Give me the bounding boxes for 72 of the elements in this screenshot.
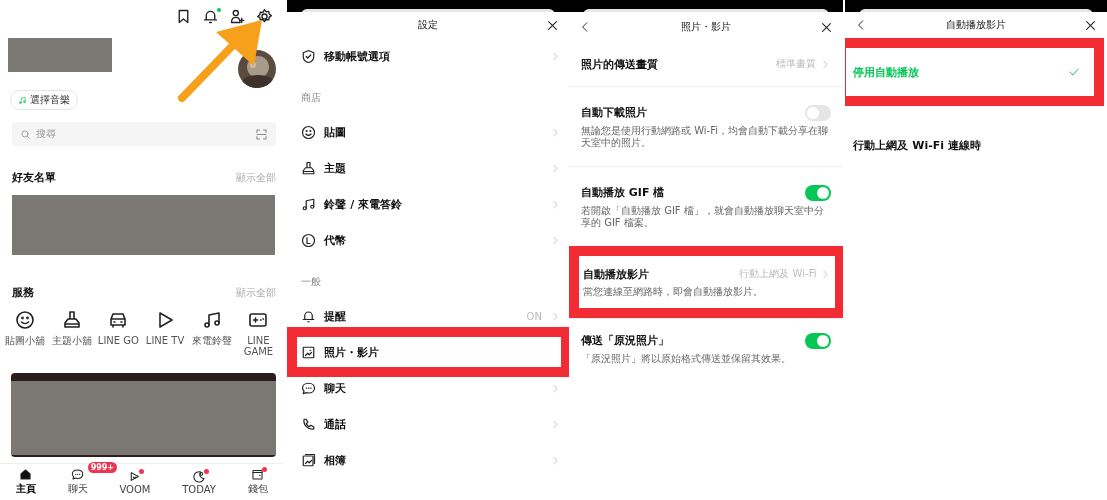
item-label: 自動播放 GIF 檔 — [580, 185, 666, 200]
chat-bubble-icon — [301, 380, 317, 396]
service-label[interactable]: LINE GAME — [235, 335, 282, 357]
screen-title: 設定 — [416, 18, 439, 32]
settings-item[interactable]: 相簿 — [287, 442, 569, 478]
scan-icon[interactable] — [255, 127, 269, 141]
screen-title: 照片・影片 — [679, 20, 732, 34]
service-label[interactable]: LINE TV — [142, 335, 189, 346]
toggle-switch[interactable] — [805, 184, 832, 201]
section-title: 服務 — [12, 285, 34, 300]
music-note-icon — [18, 95, 27, 105]
service-label[interactable]: 來電鈴聲 — [188, 335, 235, 346]
tab-item[interactable]: 聊天 — [67, 468, 88, 496]
settings-icon[interactable] — [256, 8, 274, 25]
settings-item[interactable]: 照片・影片 — [287, 327, 569, 377]
car-icon[interactable] — [108, 310, 129, 330]
item-label: 自動播放影片 — [582, 266, 650, 282]
close-icon[interactable] — [820, 20, 834, 34]
item-description: 若開啟「自動播放 GIF 檔」，就會自動播放聊天室中分享的 GIF 檔案。 — [580, 204, 825, 229]
gamepad-icon[interactable] — [248, 310, 269, 330]
settings-item[interactable]: 移動帳號選項 — [287, 38, 569, 74]
item-description: 「原況照片」將以原始格式傳送並保留其效果。 — [580, 352, 792, 365]
item-description: 當您連線至網路時，即會自動播放影片。 — [582, 285, 764, 298]
settings-item[interactable]: 代幣 — [287, 222, 569, 258]
section-header: 商店 — [300, 91, 323, 105]
tab-item[interactable]: 主頁 — [15, 468, 36, 496]
screen-title: 自動播放影片 — [944, 18, 1007, 32]
section-header: 一般 — [300, 275, 323, 289]
coin-icon — [301, 232, 317, 248]
album-icon — [301, 452, 317, 468]
bell-icon[interactable] — [202, 8, 220, 25]
photo-icon — [301, 344, 317, 360]
settings-item[interactable]: 主題 — [287, 150, 569, 186]
count-badge: 999+ — [87, 462, 118, 473]
stamp-icon[interactable] — [61, 310, 82, 330]
item-label: 照片的傳送畫質 — [580, 56, 659, 72]
tab-item[interactable]: TODAY — [182, 469, 216, 495]
toggle-switch[interactable] — [805, 332, 832, 349]
bell-icon — [301, 308, 317, 324]
toggle-switch[interactable] — [805, 104, 832, 121]
stamp-icon — [301, 160, 317, 176]
wallet-icon — [251, 468, 265, 481]
close-icon[interactable] — [545, 18, 559, 32]
item-label: 自動下載照片 — [580, 105, 648, 120]
settings-item[interactable]: 自動播放 GIF 檔 若開啟「自動播放 GIF 檔」，就會自動播放聊天室中分享的 GIF 檔案。 — [568, 166, 844, 246]
option-item[interactable]: 行動上網及 Wi-Fi 連線時 — [845, 130, 1107, 160]
music-note-icon — [301, 196, 317, 212]
moon-icon — [192, 469, 206, 483]
settings-item[interactable]: 傳送「原況照片」 「原況照片」將以原始格式傳送並保留其效果。 — [568, 318, 844, 378]
search-icon — [20, 128, 31, 140]
item-label: 傳送「原況照片」 — [580, 333, 670, 348]
music-note-icon[interactable] — [201, 310, 222, 330]
add-friend-icon[interactable] — [229, 8, 247, 25]
settings-item[interactable]: 鈴聲 / 來電答鈴 — [287, 186, 569, 222]
section-title: 好友名單 — [12, 170, 56, 185]
tab-item[interactable]: 錢包 — [247, 468, 268, 496]
smiley-icon — [301, 124, 317, 140]
shield-icon — [301, 48, 317, 64]
settings-item[interactable]: 貼圖 — [287, 114, 569, 150]
tab-item[interactable]: VOOM — [119, 469, 151, 495]
service-label[interactable]: 主題小舖 — [48, 335, 95, 346]
play-icon — [128, 469, 142, 483]
phone-icon — [301, 416, 317, 432]
item-value: ON — [526, 310, 542, 322]
item-description: 無論您是使用行動網路或 Wi-Fi，均會自動下載分享在聊天室中的照片。 — [580, 124, 829, 149]
service-label[interactable]: LINE GO — [95, 335, 142, 346]
service-label[interactable]: 貼圖小舖 — [2, 335, 48, 346]
check-icon — [1068, 66, 1080, 78]
settings-item[interactable]: 自動下載照片 無論您是使用行動網路或 Wi-Fi，均會自動下載分享在聊天室中的照片。 — [568, 86, 844, 166]
smiley-icon[interactable] — [15, 310, 35, 330]
settings-item[interactable]: 通話 — [287, 406, 569, 442]
close-icon[interactable] — [1084, 18, 1097, 32]
